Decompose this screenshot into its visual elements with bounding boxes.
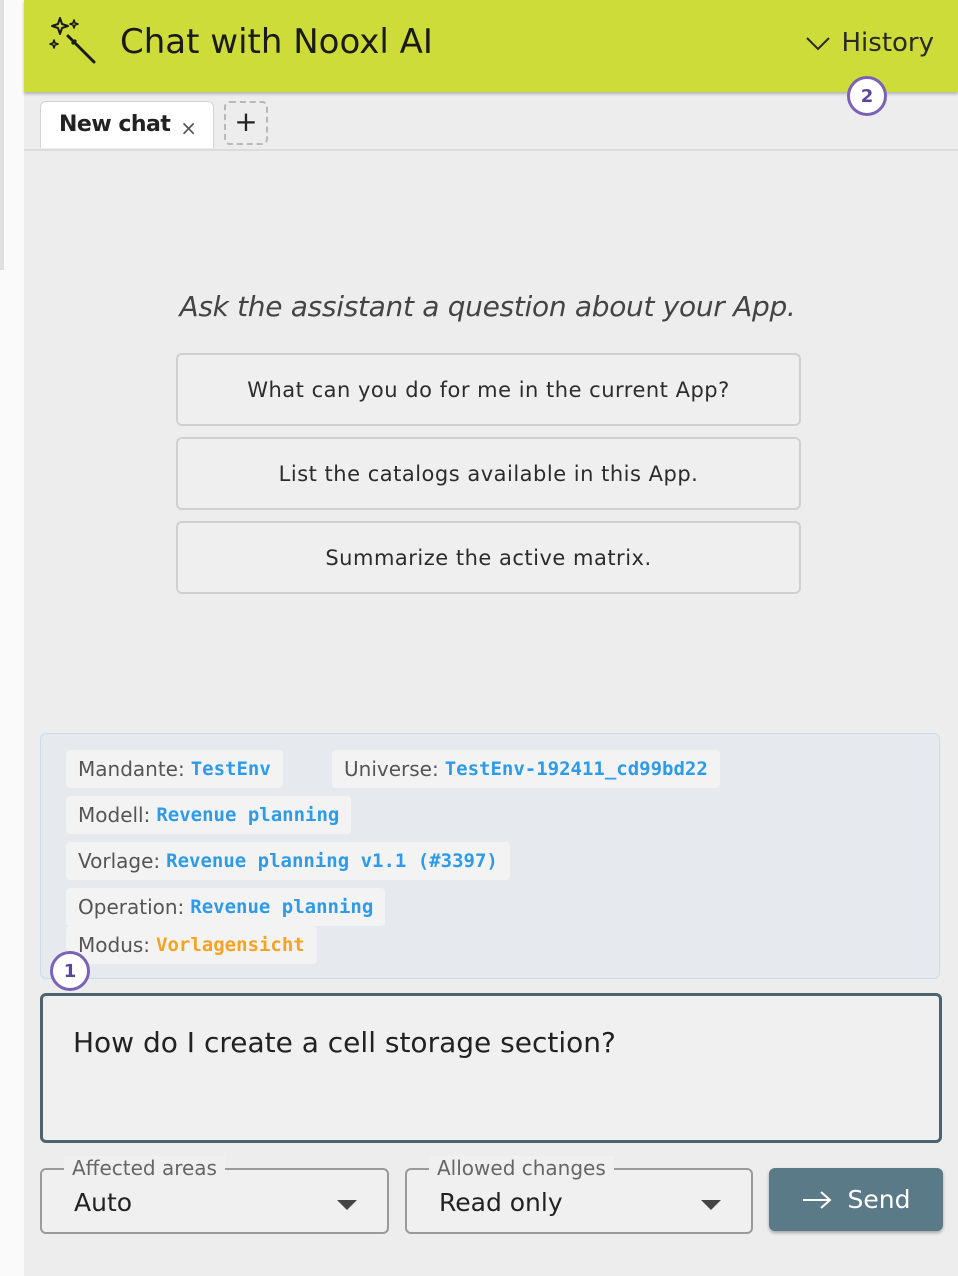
field-label: Affected areas bbox=[64, 1156, 225, 1180]
selected-value: Auto bbox=[74, 1188, 133, 1217]
context-info-panel: Mandante: TestEnv Universe: TestEnv-1924… bbox=[40, 733, 940, 979]
history-toggle[interactable]: History bbox=[804, 28, 935, 58]
caret-down-icon bbox=[701, 1200, 721, 1210]
suggestion-button[interactable]: List the catalogs available in this App. bbox=[176, 437, 801, 510]
context-value: Vorlagensicht bbox=[156, 934, 305, 956]
divider bbox=[0, 0, 4, 270]
context-chip-operation: Operation: Revenue planning bbox=[66, 888, 386, 926]
context-key: Mandante: bbox=[78, 757, 185, 781]
context-key: Modell: bbox=[78, 803, 151, 827]
chat-message-input[interactable]: How do I create a cell storage section? bbox=[40, 993, 942, 1143]
context-chip-vorlage: Vorlage: Revenue planning v1.1 (#3397) bbox=[66, 842, 510, 880]
suggestion-button[interactable]: Summarize the active matrix. bbox=[176, 521, 801, 594]
send-label: Send bbox=[847, 1185, 911, 1214]
context-chip-mandante: Mandante: TestEnv bbox=[66, 750, 283, 788]
context-value: TestEnv bbox=[190, 758, 271, 780]
context-chip-universe: Universe: TestEnv-192411_cd99bd22 bbox=[332, 750, 720, 788]
context-key: Modus: bbox=[78, 933, 151, 957]
context-key: Vorlage: bbox=[78, 849, 161, 873]
context-key: Universe: bbox=[344, 757, 439, 781]
tab-bar: New chat × + bbox=[24, 92, 958, 151]
tab-new-chat[interactable]: New chat × bbox=[40, 101, 214, 148]
context-value: Revenue planning bbox=[156, 804, 340, 826]
allowed-changes-select[interactable]: Allowed changes Read only bbox=[405, 1156, 753, 1234]
context-key: Operation: bbox=[78, 895, 185, 919]
empty-state-prompt: Ask the assistant a question about your … bbox=[179, 290, 796, 323]
panel-title: Chat with Nooxl AI bbox=[120, 22, 433, 62]
selected-value: Read only bbox=[439, 1188, 563, 1217]
magic-wand-icon bbox=[49, 17, 96, 64]
field-label: Allowed changes bbox=[429, 1156, 614, 1180]
close-icon[interactable]: × bbox=[180, 116, 197, 140]
tab-label: New chat bbox=[59, 112, 171, 137]
chevron-down-icon bbox=[805, 37, 830, 51]
chat-header: Chat with Nooxl AI History bbox=[24, 0, 958, 92]
send-button[interactable]: Send bbox=[769, 1168, 943, 1231]
arrow-right-icon bbox=[802, 1190, 832, 1209]
left-panel-edge bbox=[0, 0, 24, 1276]
add-tab-button[interactable]: + bbox=[224, 101, 268, 145]
context-value: TestEnv-192411_cd99bd22 bbox=[444, 758, 708, 780]
context-value: Revenue planning bbox=[190, 896, 374, 918]
affected-areas-select[interactable]: Affected areas Auto bbox=[40, 1156, 389, 1234]
history-label: History bbox=[841, 28, 935, 58]
caret-down-icon bbox=[337, 1200, 357, 1210]
context-chip-modus: Modus: Vorlagensicht bbox=[66, 926, 317, 964]
context-chip-modell: Modell: Revenue planning bbox=[66, 796, 352, 834]
suggestion-button[interactable]: What can you do for me in the current Ap… bbox=[176, 353, 801, 426]
annotation-badge-1: 1 bbox=[50, 951, 90, 991]
context-value: Revenue planning v1.1 (#3397) bbox=[166, 850, 498, 872]
